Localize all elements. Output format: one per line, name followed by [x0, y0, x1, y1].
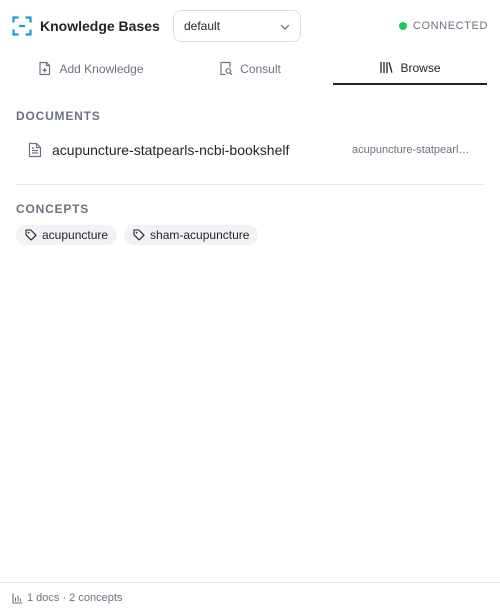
search-doc-icon	[220, 61, 233, 76]
footer-summary: 1 docs · 2 concepts	[12, 592, 122, 604]
status-footer: 1 docs · 2 concepts	[0, 582, 500, 611]
concepts-heading: CONCEPTS	[16, 202, 90, 216]
tab-consult-label: Consult	[240, 61, 281, 76]
bar-chart-icon	[12, 592, 23, 604]
tab-add-knowledge-label: Add Knowledge	[59, 61, 144, 76]
footer-summary-text: 1 docs · 2 concepts	[27, 592, 123, 604]
knowledge-base-select-value: default	[184, 19, 221, 33]
document-row[interactable]: acupuncture-statpearls-ncbi-bookshelf ac…	[16, 136, 484, 164]
tag-icon	[25, 229, 37, 241]
document-name: acupuncture-statpearls-ncbi-bookshelf	[52, 142, 290, 158]
app-header: Knowledge Bases default CONNECTED	[0, 0, 500, 52]
bracket-frame-icon	[12, 16, 32, 36]
app-title: Knowledge Bases	[40, 18, 160, 34]
tab-browse-label: Browse	[400, 60, 441, 75]
tab-add-knowledge[interactable]: Add Knowledge	[16, 52, 166, 85]
library-icon	[380, 61, 393, 74]
concept-chip-label: acupuncture	[42, 228, 109, 242]
knowledge-base-select[interactable]: default	[173, 10, 301, 42]
document-source: acupuncture-statpearls-ncbi-bookshelf	[352, 144, 474, 156]
status-label: CONNECTED	[412, 20, 488, 32]
tab-browse[interactable]: Browse	[333, 52, 487, 85]
tag-icon	[133, 229, 145, 241]
chevron-down-icon	[280, 24, 290, 30]
concept-list: acupuncture sham-acupuncture	[16, 225, 265, 245]
connection-status: CONNECTED	[398, 19, 488, 33]
concept-chip-label: sham-acupuncture	[150, 228, 250, 242]
status-dot-icon	[398, 22, 407, 30]
documents-heading: DOCUMENTS	[16, 109, 101, 123]
concept-chip[interactable]: acupuncture	[16, 225, 118, 245]
file-plus-icon	[39, 61, 51, 76]
tab-consult[interactable]: Consult	[175, 52, 325, 85]
concept-chip[interactable]: sham-acupuncture	[124, 225, 259, 245]
tab-bar: Add Knowledge Consult Browse	[0, 52, 500, 86]
section-divider	[16, 184, 484, 185]
document-icon	[28, 142, 42, 158]
